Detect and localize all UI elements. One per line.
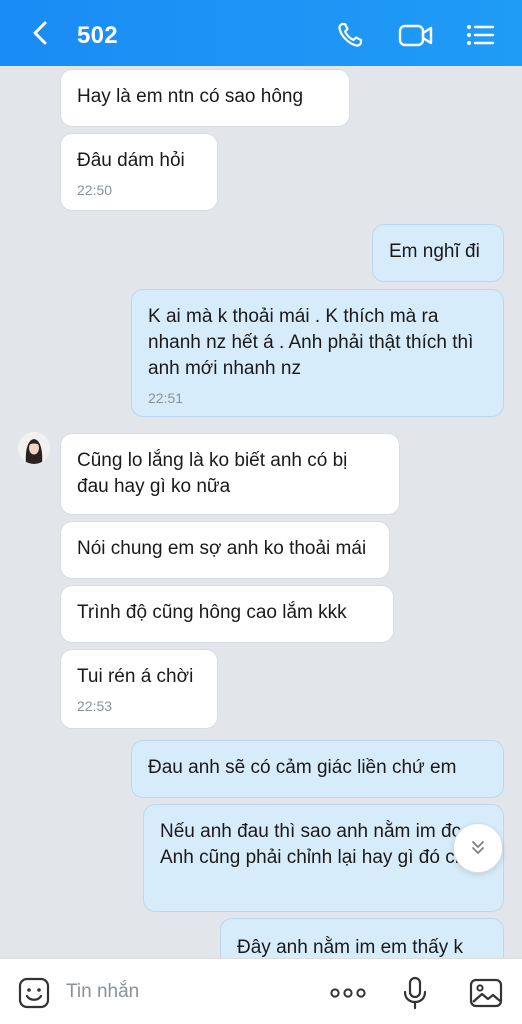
phone-icon [338, 22, 363, 47]
image-icon [469, 978, 503, 1008]
video-call-button[interactable] [397, 19, 435, 51]
message-text: Đây anh nằm im em thấy k [237, 937, 463, 958]
message-time: 22:50 [77, 182, 113, 198]
double-chevron-down-icon [472, 841, 484, 854]
list-menu-icon [467, 25, 495, 45]
message-incoming[interactable]: Cũng lo lắng là ko biết anh có bị đau ha… [60, 433, 400, 515]
message-text: Nói chung em sợ anh ko thoải mái [77, 538, 367, 559]
message-text: Cũng lo lắng là ko biết anh có bị đau ha… [77, 450, 348, 497]
message-text: Đau anh sẽ có cảm giác liền chứ em [148, 757, 457, 778]
more-dots-icon [330, 988, 366, 998]
message-list[interactable]: Hay là em ntn có sao hông Đâu dám hỏi 22… [0, 66, 522, 958]
conversation-title: 502 [77, 22, 118, 49]
image-button[interactable] [468, 975, 504, 1011]
more-button[interactable] [328, 975, 368, 1011]
avatar[interactable] [18, 432, 50, 464]
message-text: Tui rén á chời [77, 666, 194, 687]
message-time: 22:53 [77, 698, 113, 714]
message-time: 22:51 [148, 390, 184, 406]
call-button[interactable] [334, 19, 366, 51]
sticker-icon [18, 977, 50, 1009]
message-incoming[interactable]: Trình độ cũng hông cao lắm kkk [60, 585, 394, 643]
chat-header: 502 [0, 0, 522, 66]
menu-button[interactable] [464, 19, 496, 51]
message-outgoing[interactable]: Nếu anh đau thì sao anh nằm im đc . Anh … [143, 804, 504, 912]
scroll-to-bottom-button[interactable] [453, 823, 503, 873]
message-text: Đâu dám hỏi [77, 150, 185, 171]
message-text: Trình độ cũng hông cao lắm kkk [77, 602, 347, 623]
message-outgoing[interactable]: K ai mà k thoải mái . K thích mà ra nhan… [131, 289, 504, 417]
message-outgoing[interactable]: Đau anh sẽ có cảm giác liền chứ em [131, 740, 504, 798]
message-composer: Tin nhắn [0, 958, 522, 1024]
back-button[interactable] [26, 18, 56, 48]
message-text: Hay là em ntn có sao hông [77, 86, 304, 107]
voice-button[interactable] [397, 975, 433, 1011]
message-incoming[interactable]: Đâu dám hỏi 22:50 [60, 133, 218, 211]
chevron-left-icon [33, 21, 47, 45]
message-outgoing[interactable]: Đây anh nằm im em thấy k [220, 918, 504, 958]
message-incoming[interactable]: Nói chung em sợ anh ko thoải mái [60, 521, 390, 579]
avatar-image [18, 432, 50, 464]
video-call-icon [398, 24, 433, 47]
message-incoming[interactable]: Hay là em ntn có sao hông [60, 69, 350, 127]
message-text: Nếu anh đau thì sao anh nằm im đc . Anh … [160, 821, 478, 868]
message-text: Em nghĩ đi [389, 241, 480, 262]
message-text: K ai mà k thoải mái . K thích mà ra nhan… [148, 306, 474, 379]
sticker-button[interactable] [16, 975, 52, 1011]
message-incoming[interactable]: Tui rén á chời 22:53 [60, 649, 218, 729]
message-input[interactable]: Tin nhắn [66, 981, 139, 1003]
message-outgoing[interactable]: Em nghĩ đi [372, 224, 504, 282]
microphone-icon [403, 976, 427, 1010]
